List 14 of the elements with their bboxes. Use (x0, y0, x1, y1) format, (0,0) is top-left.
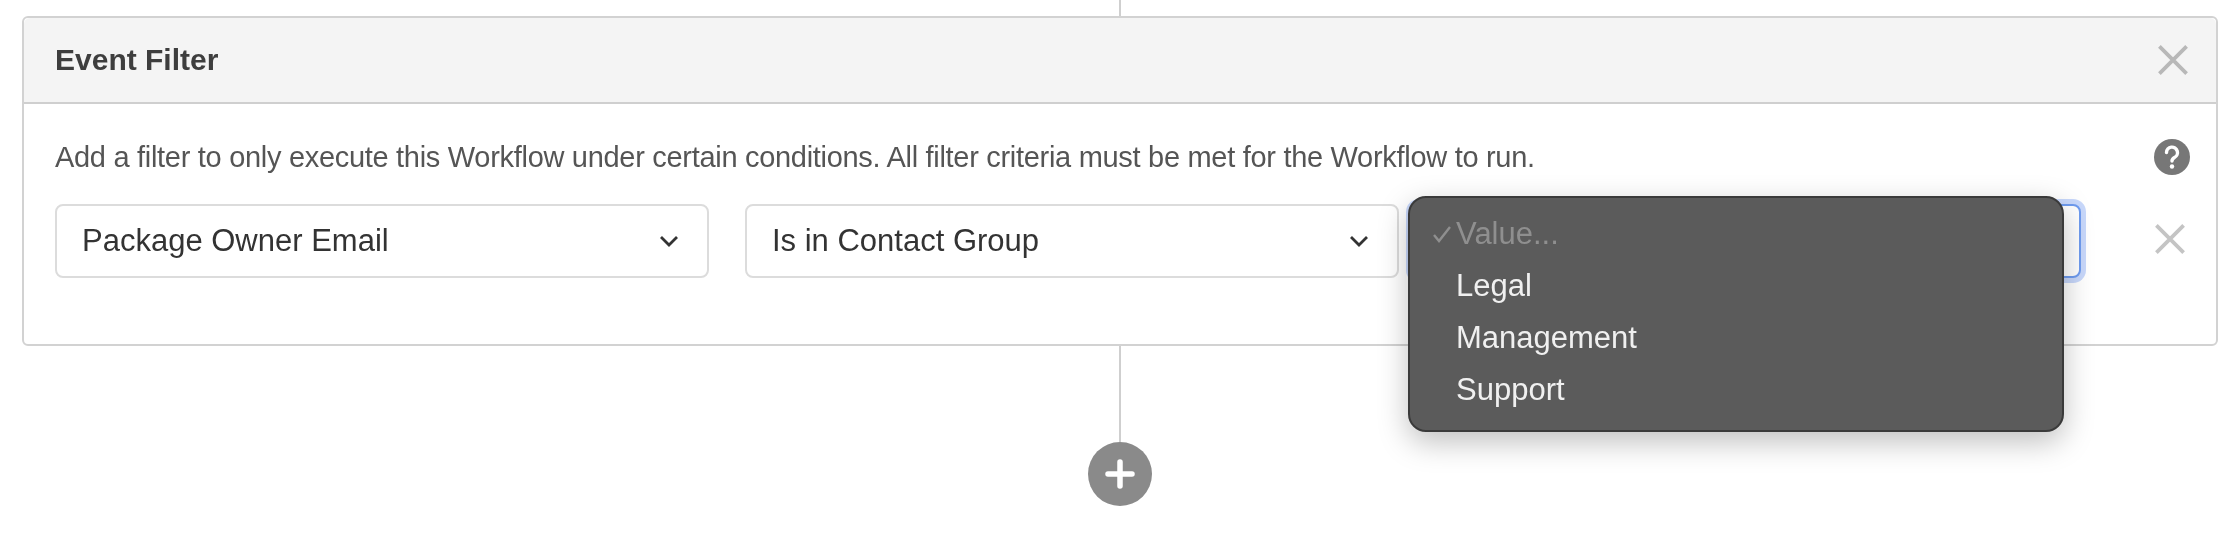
description-text: Add a filter to only execute this Workflow under certain conditions. All filter criteria must be met for the Workflow to run. (55, 140, 1535, 174)
chevron-down-icon (1349, 235, 1369, 247)
field-select[interactable]: Package Owner Email (55, 204, 709, 278)
help-icon[interactable] (2154, 139, 2190, 175)
plus-icon (1105, 459, 1135, 489)
checkmark-icon (1432, 225, 1452, 243)
menu-option[interactable]: Management (1410, 312, 2062, 364)
panel-title: Event Filter (55, 43, 219, 77)
chevron-down-icon (659, 235, 679, 247)
menu-option[interactable]: Legal (1410, 260, 2062, 312)
close-icon[interactable] (2156, 43, 2190, 77)
menu-option[interactable]: Support (1410, 364, 2062, 416)
operator-select[interactable]: Is in Contact Group (745, 204, 1399, 278)
remove-filter-icon[interactable] (2153, 222, 2187, 256)
